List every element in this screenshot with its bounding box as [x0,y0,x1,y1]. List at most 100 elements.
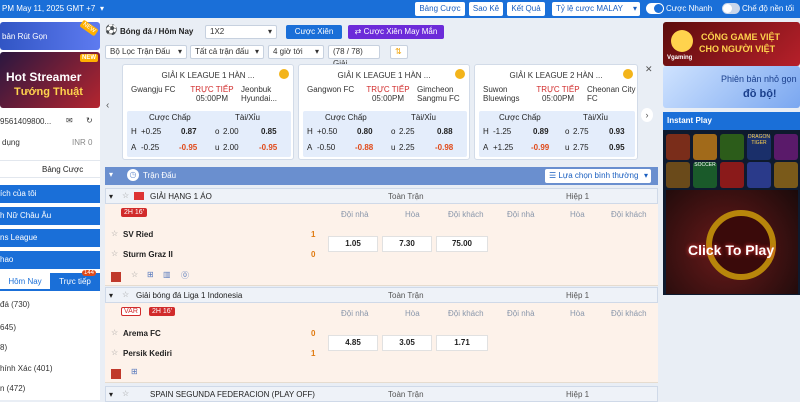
all-matches-select[interactable]: Tất cả trận đấu ▾ [190,45,264,59]
time-filter-select[interactable]: 4 giờ tới ▾ [268,45,324,59]
collapse-icon[interactable]: ▾ [109,390,113,399]
ou-odd[interactable]: 0.88 [437,127,453,136]
card-next-arrow[interactable]: › [641,108,653,122]
results-button[interactable]: Kết Quả [507,2,545,16]
stats-icon[interactable] [111,369,121,379]
lite-version-banner[interactable]: bản Rút Gọn NEW [0,19,100,50]
match-filter-select[interactable]: Bộ Lọc Trận Đấu ▾ [105,45,187,59]
statement-button[interactable]: Sao Kê [469,2,503,16]
stats-icon[interactable] [111,272,121,282]
collapse-icon[interactable]: ▾ [109,291,113,300]
game-icon[interactable] [720,134,744,160]
odd-home-button[interactable]: 1.05 [328,236,378,252]
star-icon[interactable]: ☆ [122,290,129,299]
odds-row-home[interactable]: H -1.25 0.89 o 2.75 0.93 [483,127,633,136]
odds-row-away[interactable]: A +1.25 -0.99 u 2.75 0.95 [483,143,633,152]
ou-odd[interactable]: -0.95 [259,143,277,152]
sidebar-item-my-favorites[interactable]: ích của tôi [0,185,100,203]
sidebar-item-womens-euro[interactable]: h Nữ Châu Âu [0,207,100,225]
odd-draw-button[interactable]: 3.05 [382,335,432,351]
handicap-odd[interactable]: 0.89 [533,127,549,136]
ou-line: 2.25 [399,127,415,136]
sport-item[interactable]: 8) [0,343,100,352]
odds-row-away[interactable]: A -0.25 -0.95 u 2.00 -0.95 [131,143,287,152]
handicap-odd[interactable]: 0.80 [357,127,373,136]
odd-draw-button[interactable]: 7.30 [382,236,432,252]
league-count[interactable]: (78 / 78) Giải [328,45,380,68]
dark-mode-toggle[interactable] [722,3,740,14]
info-icon[interactable]: ⓪ [181,270,189,281]
sport-item[interactable]: n (472) [0,384,100,393]
ou-odd[interactable]: 0.95 [609,143,625,152]
live-match-card[interactable]: GIẢI K LEAGUE 1 HÀN ... Gwangju FC TRỰC … [122,64,294,160]
dragon-tiger-game-icon[interactable]: DRAGON TIGER [747,134,771,160]
handicap-odd[interactable]: -0.95 [179,143,197,152]
sort-icon[interactable]: ⇅ [390,45,408,59]
game-icon[interactable] [693,134,717,160]
odds-row-away[interactable]: A -0.50 -0.88 u 2.25 -0.98 [307,143,463,152]
league-row[interactable]: ▾ ☆ Giải bóng đá Liga 1 Indonesia Toàn T… [105,287,658,303]
collapse-icon[interactable]: ▾ [109,170,113,179]
game-icon[interactable] [666,134,690,160]
sort-mode-select[interactable]: ☰ Lựa chọn bình thường ▾ [545,169,651,183]
league-row[interactable]: ▾ ☆ GIẢI HẠNG 1 ÁO Toàn Trận Hiệp 1 [105,188,658,204]
roulette-banner[interactable]: Click To Play [666,190,798,294]
star-icon[interactable]: ☆ [122,191,129,200]
collapse-icon[interactable]: ▾ [109,192,113,201]
lucky-parlay-button[interactable]: ⇄ Cược Xiên May Mắn [348,25,444,39]
sidebar-item-sports[interactable]: hao [0,251,100,269]
soccer-game-icon[interactable]: SOCCER [693,162,717,188]
game-icon[interactable] [774,162,798,188]
lineup-icon[interactable]: ⊞ [147,270,154,279]
handicap-odd[interactable]: -0.88 [355,143,373,152]
col-away: Đội khách [448,210,484,219]
game-icon[interactable] [666,162,690,188]
close-icon[interactable]: ✕ [645,64,653,75]
odd-home-button[interactable]: 4.85 [328,335,378,351]
star-icon[interactable]: ☆ [111,229,118,238]
game-icon[interactable] [720,162,744,188]
star-icon[interactable]: ☆ [111,348,118,357]
over-under-header: Tài/Xỉu [411,113,436,122]
game-icon[interactable] [747,162,771,188]
chart-icon[interactable]: ▥ [163,270,171,279]
quick-bet-toggle[interactable] [646,3,664,14]
live-match-card[interactable]: GIẢI K LEAGUE 2 HÀN ... Suwon Bluewings … [474,64,638,160]
odds-type-select[interactable]: Tỷ lệ cược MALAY ▾ [552,2,640,16]
card-prev-arrow[interactable]: ‹ [106,100,118,116]
parlay-button[interactable]: Cược Xiên [286,25,342,39]
odd-away-button[interactable]: 75.00 [436,236,488,252]
odd-away-button[interactable]: 1.71 [436,335,488,351]
favorite-icon[interactable]: ☆ [131,270,138,279]
bet-slip-button[interactable]: Bảng Cược [415,2,465,16]
lite-version-ad[interactable]: Phiên bản nhỏ gọn đồ bộ! [663,66,800,108]
bet-slip-tab[interactable]: Bảng Cược [42,165,83,174]
star-icon[interactable]: ☆ [111,249,118,258]
game-icon[interactable] [774,134,798,160]
ou-odd[interactable]: -0.98 [435,143,453,152]
odds-row-home[interactable]: H +0.50 0.80 o 2.25 0.88 [307,127,463,136]
live-match-card[interactable]: GIẢI K LEAGUE 1 HÀN ... Gangwon FC TRỰC … [298,64,470,160]
ou-odd[interactable]: 0.93 [609,127,625,136]
handicap-odd[interactable]: 0.87 [181,127,197,136]
vgaming-banner[interactable]: Vgaming CỔNG GAME VIỆT CHO NGƯỜI VIỆT [663,22,800,66]
sport-item[interactable]: 645) [0,323,100,332]
star-icon[interactable]: ☆ [122,389,129,398]
refresh-icon[interactable]: ↻ [86,116,93,125]
card-odds: Cược Chấp Tài/Xỉu H +0.25 0.87 o 2.00 0.… [127,111,291,157]
sidebar-item-nations-league[interactable]: ns League [0,229,100,247]
ad1-line1: CỔNG GAME VIỆT [701,32,781,42]
lineup-icon[interactable]: ⊞ [131,367,138,376]
chevron-down-icon: ▾ [177,47,182,56]
odds-row-home[interactable]: H +0.25 0.87 o 2.00 0.85 [131,127,287,136]
chevron-down-icon[interactable]: ▾ [100,4,110,14]
tab-today[interactable]: Hôm Nay [0,273,50,291]
sport-item-football[interactable]: đá (730) [0,300,100,309]
hot-streamer-banner[interactable]: Hot Streamer Tướng Thuật NEW [0,52,100,108]
market-select[interactable]: 1X2 ▾ [205,25,277,39]
star-icon[interactable]: ☆ [111,328,118,337]
ou-odd[interactable]: 0.85 [261,127,277,136]
mail-icon[interactable]: ✉ [66,116,73,125]
handicap-odd[interactable]: -0.99 [531,143,549,152]
sport-item[interactable]: hính Xác (401) [0,364,100,373]
